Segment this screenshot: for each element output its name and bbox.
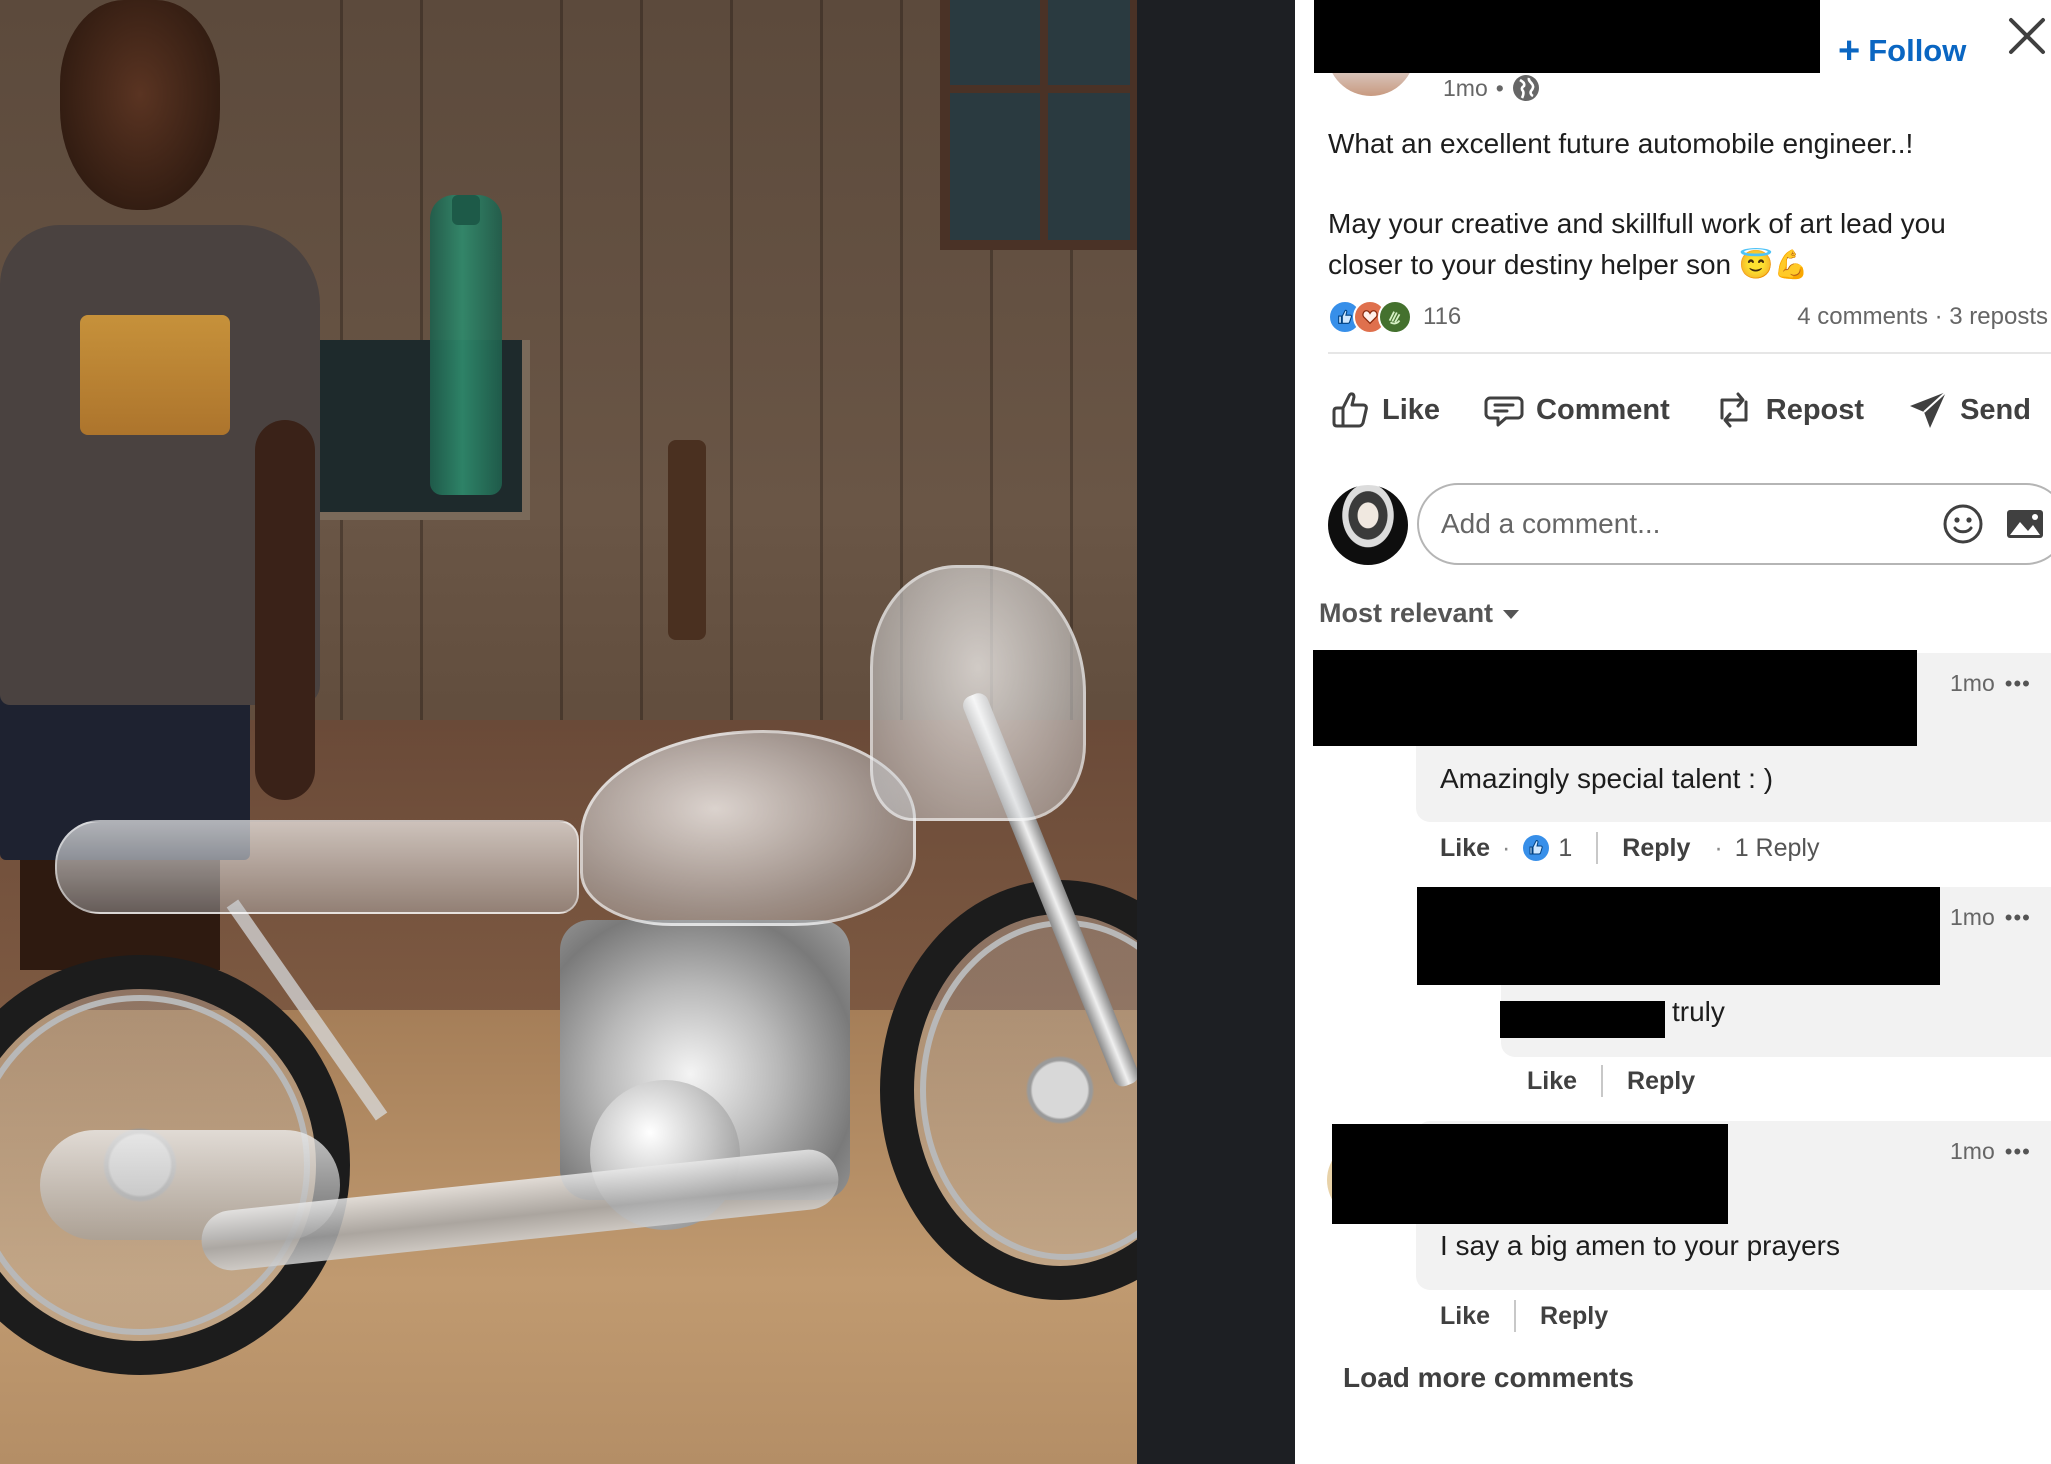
comments-reposts-count[interactable]: 4 comments · 3 reposts — [1797, 303, 2048, 331]
comment-time: 1mo — [1950, 1138, 1995, 1164]
comment-reply-button[interactable]: Reply — [1622, 834, 1690, 863]
reply-actions: Like Reply — [1527, 1065, 1695, 1097]
thumbs-up-icon — [1332, 392, 1368, 428]
comment-icon — [1484, 396, 1524, 427]
post-text-line: What an excellent future automobile engi… — [1328, 128, 1914, 159]
reply-time: 1mo — [1950, 904, 1995, 930]
current-user-avatar[interactable] — [1328, 485, 1408, 565]
boy-head — [60, 0, 220, 210]
comment-actions: Like Reply — [1440, 1300, 1608, 1332]
comment-reply-button[interactable]: Reply — [1540, 1302, 1608, 1331]
post-meta: 1mo • — [1443, 74, 1540, 102]
boy-arm — [255, 420, 315, 800]
bottle-cap — [452, 195, 480, 225]
shirt-print — [80, 315, 230, 435]
replies-count-link[interactable]: 1 Reply — [1735, 834, 1820, 863]
comment-button[interactable]: Comment — [1482, 388, 1670, 432]
more-options-icon[interactable]: ••• — [2005, 671, 2031, 697]
send-icon — [1910, 391, 1947, 428]
like-button[interactable]: Like — [1328, 388, 1440, 432]
comment-label: Comment — [1536, 393, 1670, 426]
wall-plank — [640, 0, 643, 760]
commenter-redaction — [1313, 650, 1917, 746]
reaction-count[interactable]: 116 — [1423, 303, 1461, 331]
image-icon[interactable] — [2003, 502, 2047, 546]
social-counts: 116 4 comments · 3 reposts — [1328, 300, 2048, 334]
action-bar: Like Comment Repost Send — [1328, 382, 2051, 438]
caret-down-icon — [1503, 609, 1520, 619]
reply-reply-button[interactable]: Reply — [1627, 1067, 1695, 1096]
comment-input-box[interactable] — [1417, 483, 2051, 565]
comment-like-button[interactable]: Like — [1440, 1302, 1490, 1331]
mention-redaction[interactable] — [1500, 1001, 1665, 1038]
sort-selected: Most relevant — [1319, 598, 1494, 628]
reply-like-button[interactable]: Like — [1527, 1067, 1577, 1096]
more-options-icon[interactable]: ••• — [2005, 1139, 2031, 1165]
celebrate-reaction-icon[interactable] — [1378, 300, 1412, 334]
comment-like-count[interactable]: 1 — [1558, 834, 1572, 863]
reply-text: truly — [1672, 996, 1725, 1027]
sort-dropdown[interactable]: Most relevant — [1319, 598, 1521, 629]
door-handle — [668, 440, 706, 640]
bike-fairing — [870, 565, 1086, 821]
green-bottle — [430, 195, 502, 495]
post-text-line: May your creative and skillfull work of … — [1328, 208, 1946, 239]
reply-meta: 1mo ••• — [1950, 904, 2031, 931]
follow-button[interactable]: + Follow — [1838, 32, 1966, 70]
comment-time: 1mo — [1950, 670, 1995, 696]
follow-label: Follow — [1868, 33, 1967, 68]
plus-icon: + — [1838, 30, 1861, 72]
like-label: Like — [1382, 393, 1441, 426]
divider — [1328, 352, 2051, 354]
comment-text: Amazingly special talent : ) — [1440, 763, 1774, 794]
window — [940, 0, 1137, 250]
repost-label: Repost — [1765, 393, 1865, 426]
globe-icon — [1512, 75, 1539, 101]
comment-meta: 1mo ••• — [1950, 670, 2031, 697]
wall-plank — [730, 0, 733, 760]
replier-redaction — [1417, 887, 1940, 985]
bike-seat — [55, 820, 579, 914]
comment-meta: 1mo ••• — [1950, 1138, 2031, 1165]
load-more-comments-button[interactable]: Load more comments — [1343, 1362, 1634, 1394]
comment-text: I say a big amen to your prayers — [1440, 1230, 1840, 1261]
wall-plank — [820, 0, 823, 760]
post-detail-panel: + Follow 1mo • What an excellent future … — [1295, 0, 2051, 1464]
close-button[interactable] — [2005, 14, 2049, 58]
comment-actions: Like · 1 Reply · 1 Reply — [1440, 832, 1819, 864]
comment-input[interactable] — [1439, 507, 1941, 541]
emoji-icon[interactable] — [1941, 502, 1985, 546]
post-time: 1mo — [1443, 74, 1488, 101]
author-name-redaction — [1314, 0, 1820, 73]
post-image[interactable] — [0, 0, 1137, 1464]
wall-plank — [560, 0, 563, 760]
send-button[interactable]: Send — [1906, 388, 2031, 432]
more-options-icon[interactable]: ••• — [2005, 905, 2031, 931]
commenter-redaction — [1332, 1124, 1728, 1224]
post-text-line: closer to your destiny helper son 😇💪 — [1328, 249, 1809, 280]
send-label: Send — [1960, 393, 2031, 426]
meta-separator: • — [1495, 74, 1504, 101]
like-reaction-icon — [1523, 835, 1550, 861]
close-icon — [2009, 18, 2045, 54]
repost-icon — [1720, 392, 1748, 428]
repost-button[interactable]: Repost — [1712, 388, 1864, 432]
comment-like-button[interactable]: Like — [1440, 834, 1490, 863]
